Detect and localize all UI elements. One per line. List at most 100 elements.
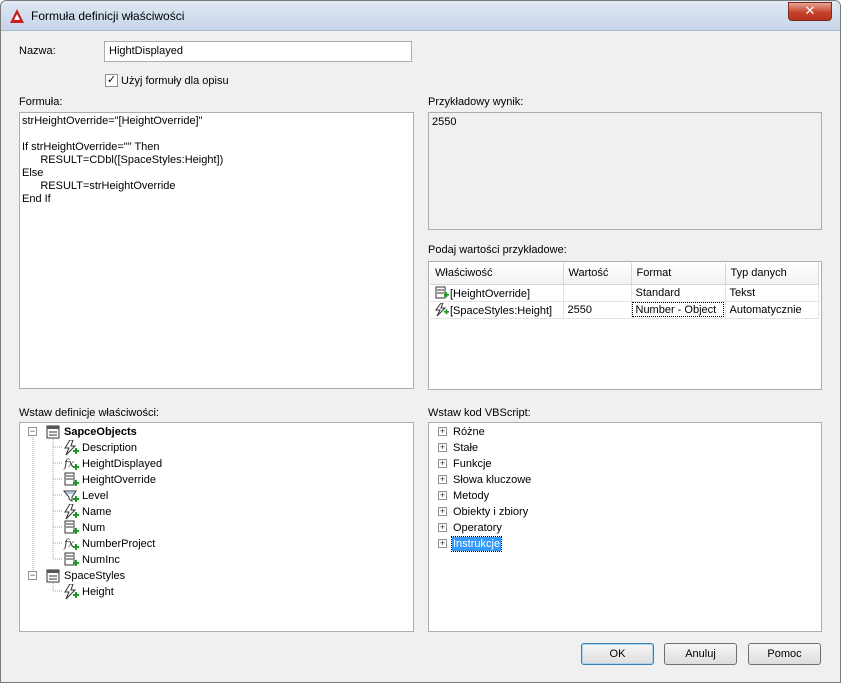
tree-node-heightdisplayed[interactable]: fx HeightDisplayed	[20, 456, 410, 472]
vbscript-node-constants[interactable]: + Stałe	[429, 440, 819, 456]
expand-icon[interactable]: +	[438, 507, 447, 516]
tree-label: Name	[82, 506, 112, 518]
formula-line: If strHeightOverride="" Then	[22, 141, 160, 153]
automatic-property-icon	[435, 302, 449, 316]
dialog-window: Formuła definicji właściwości ✕ Nazwa: H…	[0, 0, 841, 683]
tree-label: Obiekty i zbiory	[453, 506, 529, 518]
expand-icon[interactable]: +	[438, 491, 447, 500]
svg-text:fx: fx	[63, 537, 75, 550]
close-button[interactable]: ✕	[788, 2, 832, 21]
sample-result-label: Przykładowy wynik:	[428, 96, 524, 108]
sample-result-box: 2550	[428, 112, 822, 230]
close-icon: ✕	[804, 3, 816, 18]
property-cell[interactable]: [SpaceStyles:Height]	[430, 301, 564, 319]
column-header-data-type[interactable]: Typ danych	[725, 263, 819, 285]
tree-node-description[interactable]: Description	[20, 440, 410, 456]
tree-node-level[interactable]: Level	[20, 488, 410, 504]
value-cell[interactable]: 2550	[563, 301, 632, 319]
formula-property-icon: fx	[63, 457, 79, 470]
tree-label: Level	[82, 490, 109, 502]
window-title: Formuła definicji właściwości	[31, 9, 185, 23]
vbscript-node-functions[interactable]: + Funkcje	[429, 456, 819, 472]
collapse-icon[interactable]: −	[28, 427, 37, 436]
property-cell[interactable]: [HeightOverride]	[430, 284, 564, 302]
use-formula-for-description-checkbox[interactable]: ✓	[105, 74, 118, 87]
vbscript-node-misc[interactable]: + Różne	[429, 424, 819, 440]
cancel-button[interactable]: Anuluj	[664, 643, 737, 665]
automatic-property-icon	[64, 440, 79, 456]
property-name: [HeightOverride]	[450, 287, 531, 300]
expand-icon[interactable]: +	[438, 475, 447, 484]
tree-node-numinc[interactable]: NumInc	[20, 552, 410, 568]
table-row[interactable]: [SpaceStyles:Height] 2550 Number - Objec…	[430, 301, 819, 319]
expand-icon[interactable]: +	[438, 427, 447, 436]
column-header-property[interactable]: Właściwość	[430, 263, 564, 285]
expand-icon[interactable]: +	[438, 523, 447, 532]
formula-label: Formuła:	[19, 96, 63, 108]
expand-icon[interactable]: +	[438, 459, 447, 468]
formula-property-icon: fx	[63, 537, 79, 550]
insert-property-label: Wstaw definicje właściwości:	[19, 407, 159, 419]
data-type-cell[interactable]: Tekst	[725, 284, 819, 302]
tree-label: Metody	[453, 490, 490, 502]
vbscript-node-keywords[interactable]: + Słowa kluczowe	[429, 472, 819, 488]
tree-label: SpaceStyles	[64, 570, 126, 582]
data-type-cell[interactable]: Automatycznie	[725, 301, 819, 319]
location-property-icon	[63, 490, 79, 502]
tree-node-num[interactable]: Num	[20, 520, 410, 536]
tree-node-spacestyles[interactable]: − SpaceStyles	[20, 568, 410, 584]
tree-label: Funkcje	[453, 458, 492, 470]
tree-label: Stałe	[453, 442, 479, 454]
tree-node-height[interactable]: Height	[20, 584, 410, 600]
column-header-value[interactable]: Wartość	[563, 263, 632, 285]
sample-values-table[interactable]: Właściwość Wartość Format Typ danych [He…	[428, 261, 822, 390]
property-definitions-tree[interactable]: − SapceObjects Description fx HeightDisp…	[19, 422, 414, 632]
tree-label: HeightDisplayed	[82, 458, 163, 470]
vbscript-tree[interactable]: + Różne + Stałe + Funkcje + Słowa kluczo…	[428, 422, 822, 632]
formula-line: RESULT=strHeightOverride	[22, 180, 176, 192]
format-cell[interactable]: Standard	[631, 284, 726, 302]
formula-line: strHeightOverride="[HeightOverride]"	[22, 115, 203, 127]
tree-label: Num	[82, 522, 106, 534]
collapse-icon[interactable]: −	[28, 571, 37, 580]
property-set-icon	[46, 569, 60, 583]
expand-icon[interactable]: +	[438, 539, 447, 548]
value-cell[interactable]	[563, 284, 632, 302]
tree-node-name[interactable]: Name	[20, 504, 410, 520]
table-row[interactable]: [HeightOverride] Standard Tekst	[430, 284, 819, 302]
manual-property-icon	[64, 472, 79, 486]
sample-values-grid: Właściwość Wartość Format Typ danych [He…	[430, 263, 819, 319]
tree-label: NumberProject	[82, 538, 156, 550]
use-formula-for-description-label[interactable]: Użyj formuły dla opisu	[121, 75, 229, 87]
formula-line	[22, 128, 411, 141]
checkmark-icon: ✓	[106, 74, 117, 86]
ok-button[interactable]: OK	[581, 643, 654, 665]
manual-property-icon	[435, 286, 449, 298]
svg-text:fx: fx	[63, 457, 75, 470]
column-header-format[interactable]: Format	[631, 263, 726, 285]
name-input[interactable]: HightDisplayed	[104, 41, 412, 62]
vbscript-node-statements[interactable]: + Instrukcje	[429, 536, 819, 552]
expand-icon[interactable]: +	[438, 443, 447, 452]
autocad-logo-icon	[10, 9, 24, 23]
formula-editor[interactable]: strHeightOverride="[HeightOverride]" If …	[19, 112, 414, 389]
tree-label: HeightOverride	[82, 474, 156, 486]
formula-line: End If	[22, 193, 51, 205]
tree-node-sapceobjects[interactable]: − SapceObjects	[20, 424, 410, 440]
tree-label-selected: Instrukcje	[450, 536, 503, 552]
property-name: [SpaceStyles:Height]	[450, 304, 553, 317]
format-cell[interactable]: Number - Object	[631, 301, 726, 319]
table-header-row: Właściwość Wartość Format Typ danych	[430, 263, 819, 285]
help-button[interactable]: Pomoc	[748, 643, 821, 665]
name-label: Nazwa:	[19, 45, 56, 57]
vbscript-node-operators[interactable]: + Operatory	[429, 520, 819, 536]
property-set-icon	[46, 425, 60, 439]
insert-vbscript-label: Wstaw kod VBScript:	[428, 407, 531, 419]
formula-line: RESULT=CDbl([SpaceStyles:Height])	[22, 154, 224, 166]
tree-node-numberproject[interactable]: fx NumberProject	[20, 536, 410, 552]
tree-node-heightoverride[interactable]: HeightOverride	[20, 472, 410, 488]
vbscript-node-objects[interactable]: + Obiekty i zbiory	[429, 504, 819, 520]
manual-property-icon	[64, 552, 79, 566]
title-bar[interactable]: Formuła definicji właściwości ✕	[1, 1, 840, 31]
vbscript-node-methods[interactable]: + Metody	[429, 488, 819, 504]
